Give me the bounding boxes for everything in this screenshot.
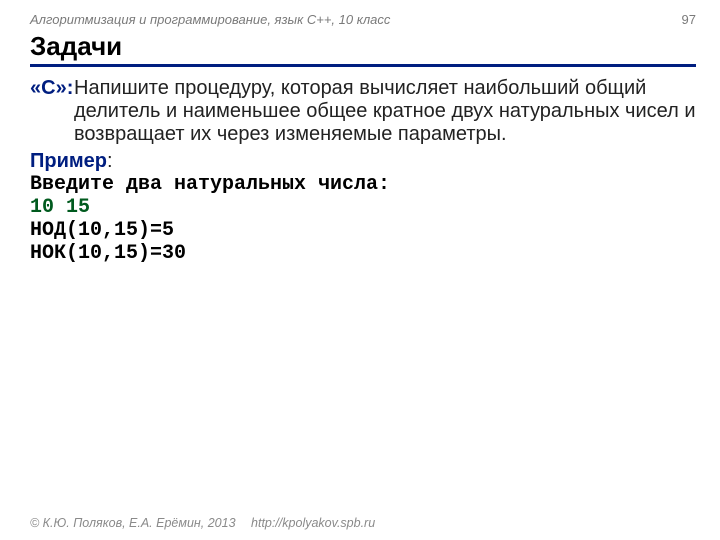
example-colon: : [107,150,113,172]
slide-title: Задачи [30,31,696,67]
example-row: Пример: [30,150,696,173]
page-number: 97 [682,12,696,27]
footer-url: http://kpolyakov.spb.ru [251,516,375,530]
task-label: «C»: [30,77,73,99]
content-area: «C»: Напишите процедуру, которая вычисля… [30,77,696,265]
example-label: Пример [30,150,107,172]
footer: © К.Ю. Поляков, Е.А. Ерёмин, 2013 http:/… [30,516,696,530]
slide: Алгоритмизация и программирование, язык … [0,0,720,540]
footer-copyright: © К.Ю. Поляков, Е.А. Ерёмин, 2013 [30,516,236,530]
console-prompt: Введите два натуральных числа: [30,173,696,196]
task-text: Напишите процедуру, которая вычисляет на… [74,77,696,146]
console-input: 10 15 [30,196,696,219]
task-block: «C»: Напишите процедуру, которая вычисля… [30,77,696,146]
console-out1: НОД(10,15)=5 [30,219,696,242]
console-out2: НОК(10,15)=30 [30,242,696,265]
course-header: Алгоритмизация и программирование, язык … [30,12,696,27]
